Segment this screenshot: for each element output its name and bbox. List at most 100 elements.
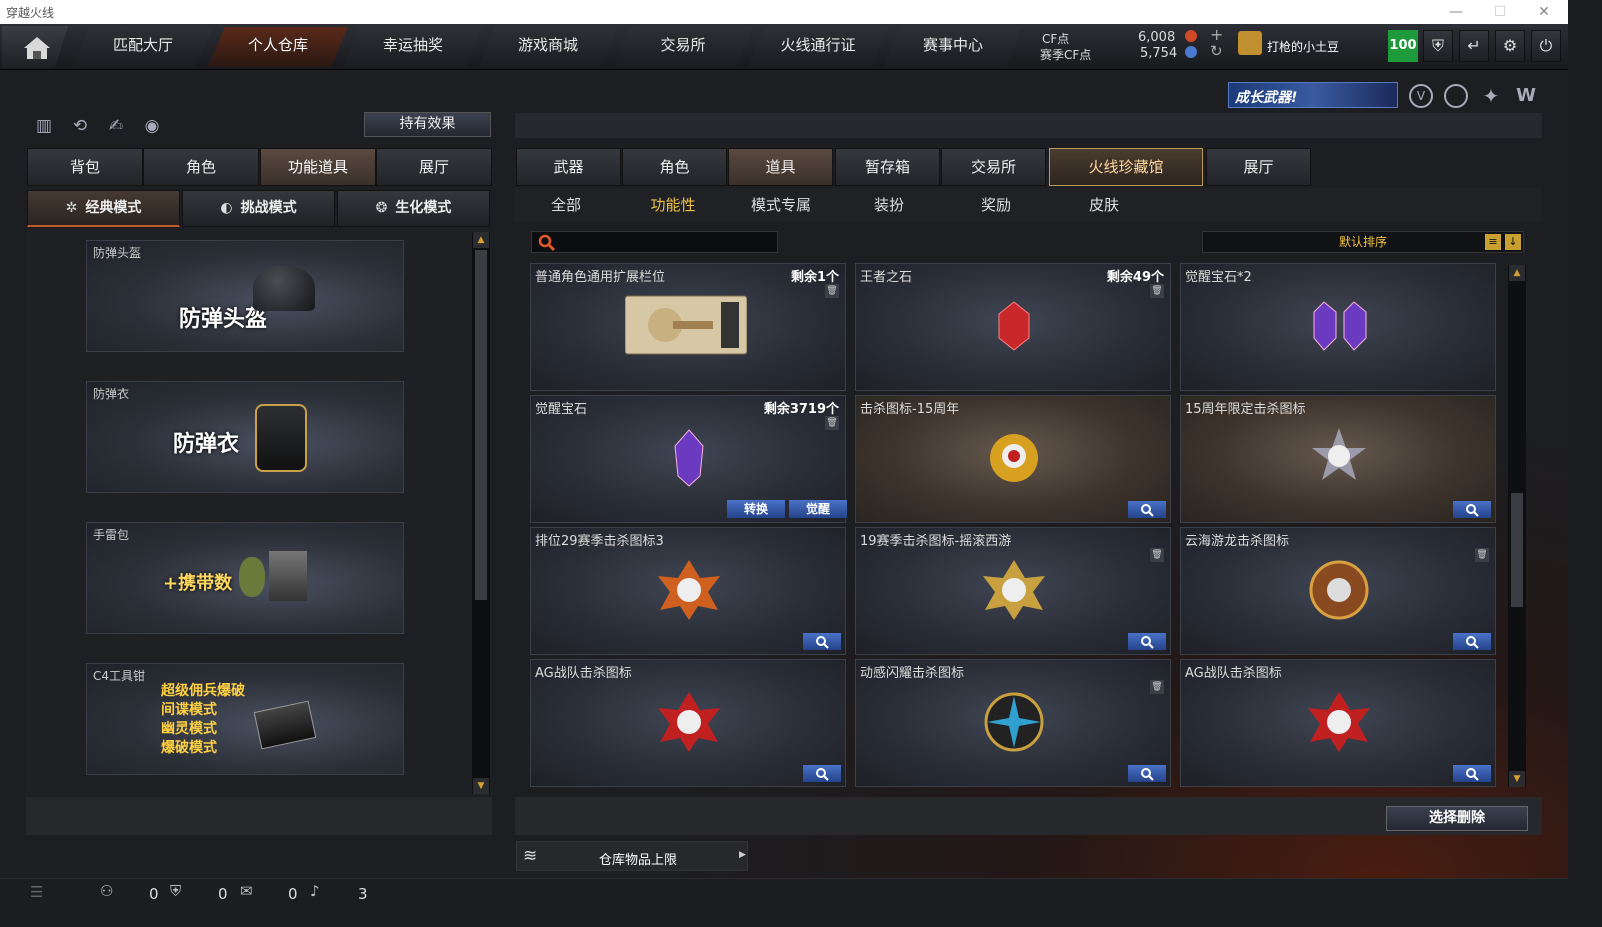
trash-icon[interactable]: 🗑	[1475, 548, 1489, 562]
sort-direction-icon[interactable]: ↓	[1505, 234, 1521, 250]
refresh-icon[interactable]: ↻	[1210, 42, 1223, 60]
item-card[interactable]: 王者之石 剩余49个 🗑	[855, 263, 1171, 391]
right-tab[interactable]: 展厅	[1206, 148, 1311, 186]
magnify-button[interactable]	[1453, 633, 1491, 650]
select-delete-button[interactable]: 选择删除	[1386, 806, 1528, 831]
trash-icon[interactable]: 🗑	[825, 284, 839, 298]
hold-effect-button[interactable]: 持有效果	[364, 112, 491, 137]
left-card-c4[interactable]: C4工具钳 超级佣兵爆破 间谍模式 幽灵模式 爆破模式	[86, 663, 404, 775]
scroll-up-icon[interactable]: ▲	[473, 232, 489, 248]
nav-tab[interactable]: 匹配大厅	[73, 27, 213, 67]
left-card-helmet[interactable]: 防弹头盔 防弹头盔	[86, 240, 404, 352]
cycle-icon[interactable]: ⟲	[67, 113, 93, 139]
item-name: AG战队击杀图标	[535, 666, 632, 681]
crest-icon[interactable]: V	[1409, 84, 1433, 108]
subtab[interactable]: 装扮	[839, 194, 939, 215]
right-scrollbar[interactable]: ▲ ▼	[1508, 265, 1526, 787]
item-card[interactable]: 排位29赛季击杀图标3	[530, 527, 846, 655]
magnify-button[interactable]	[1453, 765, 1491, 782]
item-card[interactable]: 云海游龙击杀图标 🗑	[1180, 527, 1496, 655]
item-card[interactable]: AG战队击杀图标	[530, 659, 846, 787]
subtab[interactable]: 模式专属	[731, 194, 831, 215]
item-card[interactable]: 觉醒宝石 剩余3719个 🗑 转换 觉醒	[530, 395, 847, 523]
settings-button[interactable]: ⚙	[1495, 30, 1525, 62]
magnify-button[interactable]	[1128, 633, 1166, 650]
nav-tab[interactable]: 交易所	[613, 27, 753, 67]
sort-dropdown[interactable]: 默认排序 ≡ ↓	[1202, 231, 1524, 253]
scroll-down-icon[interactable]: ▼	[473, 778, 489, 794]
nav-tab[interactable]: 游戏商城	[478, 27, 618, 67]
clan-icon[interactable]: ⛨	[170, 882, 181, 900]
mode-tab[interactable]: ◐ 挑战模式	[182, 190, 335, 227]
close-button[interactable]: ✕	[1522, 0, 1566, 24]
maximize-button[interactable]: ☐	[1478, 0, 1522, 24]
nav-tab[interactable]: 火线通行证	[748, 27, 888, 67]
left-tab[interactable]: 角色	[143, 148, 259, 186]
trash-icon[interactable]: 🗑	[1150, 680, 1164, 694]
left-tab[interactable]: 功能道具	[260, 148, 376, 186]
menu-icon[interactable]: ☰	[30, 883, 43, 901]
grenade-icon[interactable]: ◉	[139, 113, 165, 139]
item-card[interactable]: 15周年限定击杀图标	[1180, 395, 1496, 523]
left-card-vest[interactable]: 防弹衣 防弹衣	[86, 381, 404, 493]
magnify-button[interactable]	[803, 765, 841, 782]
nav-tab[interactable]: 幸运抽奖	[343, 27, 483, 67]
power-button[interactable]: ⏻	[1531, 30, 1561, 62]
friends-icon[interactable]: ⚇	[100, 882, 113, 900]
user-name[interactable]: 打枪的小土豆	[1267, 38, 1339, 55]
right-scroll-thumb[interactable]	[1511, 493, 1523, 607]
subtab[interactable]: 功能性	[623, 194, 723, 215]
convert-button[interactable]: 转换	[727, 500, 785, 518]
left-scrollbar[interactable]: ▲ ▼	[472, 232, 490, 794]
scroll-up-icon[interactable]: ▲	[1509, 265, 1525, 281]
magnify-button[interactable]	[1453, 501, 1491, 518]
promo-banner[interactable]: 成长武器!	[1228, 82, 1398, 108]
rank-badge-icon	[1238, 31, 1262, 55]
trash-icon[interactable]: 🗑	[1150, 284, 1164, 298]
item-card[interactable]: AG战队击杀图标	[1180, 659, 1496, 787]
item-card[interactable]: 击杀图标-15周年	[855, 395, 1171, 523]
volume-icon[interactable]: ♪	[310, 882, 320, 900]
right-tab[interactable]: 交易所	[941, 148, 1046, 186]
magnify-button[interactable]	[1128, 765, 1166, 782]
list-view-icon[interactable]: ≡	[1485, 234, 1501, 250]
capacity-bar[interactable]: ≋ 仓库物品上限 ▶	[516, 841, 748, 871]
trash-icon[interactable]: 🗑	[825, 416, 839, 430]
minimize-button[interactable]: —	[1434, 0, 1478, 24]
subtab[interactable]: 全部	[516, 194, 616, 215]
globe-icon[interactable]	[1444, 84, 1468, 108]
mode-tab[interactable]: ✲ 经典模式	[27, 190, 180, 227]
item-card[interactable]: 普通角色通用扩展栏位 剩余1个 🗑	[530, 263, 846, 391]
item-card[interactable]: 动感闪耀击杀图标 🗑	[855, 659, 1171, 787]
shield-button[interactable]: ⛨	[1423, 30, 1453, 62]
magnify-button[interactable]	[803, 633, 841, 650]
chat-icon[interactable]: ✉	[240, 882, 253, 900]
expand-icon[interactable]: ▶	[739, 850, 746, 860]
magnify-button[interactable]	[1128, 501, 1166, 518]
right-tab[interactable]: 暂存箱	[835, 148, 940, 186]
right-tab[interactable]: 角色	[622, 148, 727, 186]
item-card[interactable]: 觉醒宝石*2	[1180, 263, 1496, 391]
item-card[interactable]: 19赛季击杀图标-摇滚西游 🗑	[855, 527, 1171, 655]
stats-icon[interactable]: ▥	[31, 113, 57, 139]
search-input[interactable]	[531, 231, 778, 253]
subtab[interactable]: 皮肤	[1054, 194, 1154, 215]
nav-tab[interactable]: 赛事中心	[883, 27, 1023, 67]
scroll-down-icon[interactable]: ▼	[1509, 771, 1525, 787]
nav-tab[interactable]: 个人仓库	[208, 27, 348, 67]
right-tab[interactable]: 武器	[516, 148, 621, 186]
right-tab[interactable]: 道具	[728, 148, 833, 186]
subtab[interactable]: 奖励	[946, 194, 1046, 215]
gesture-icon[interactable]: ✍	[103, 113, 129, 139]
mode-tab[interactable]: ❂ 生化模式	[337, 190, 490, 227]
left-tab[interactable]: 背包	[27, 148, 143, 186]
star-badge-icon[interactable]: ✦	[1479, 84, 1503, 108]
awaken-button[interactable]: 觉醒	[789, 500, 847, 518]
left-scroll-thumb[interactable]	[475, 250, 487, 600]
right-tab[interactable]: 火线珍藏馆	[1049, 148, 1203, 186]
exit-button[interactable]: ↵	[1459, 30, 1489, 62]
left-card-grenade[interactable]: 手雷包 +携带数	[86, 522, 404, 634]
left-tab[interactable]: 展厅	[376, 148, 492, 186]
trash-icon[interactable]: 🗑	[1150, 548, 1164, 562]
w-logo-icon[interactable]: W	[1514, 84, 1538, 108]
